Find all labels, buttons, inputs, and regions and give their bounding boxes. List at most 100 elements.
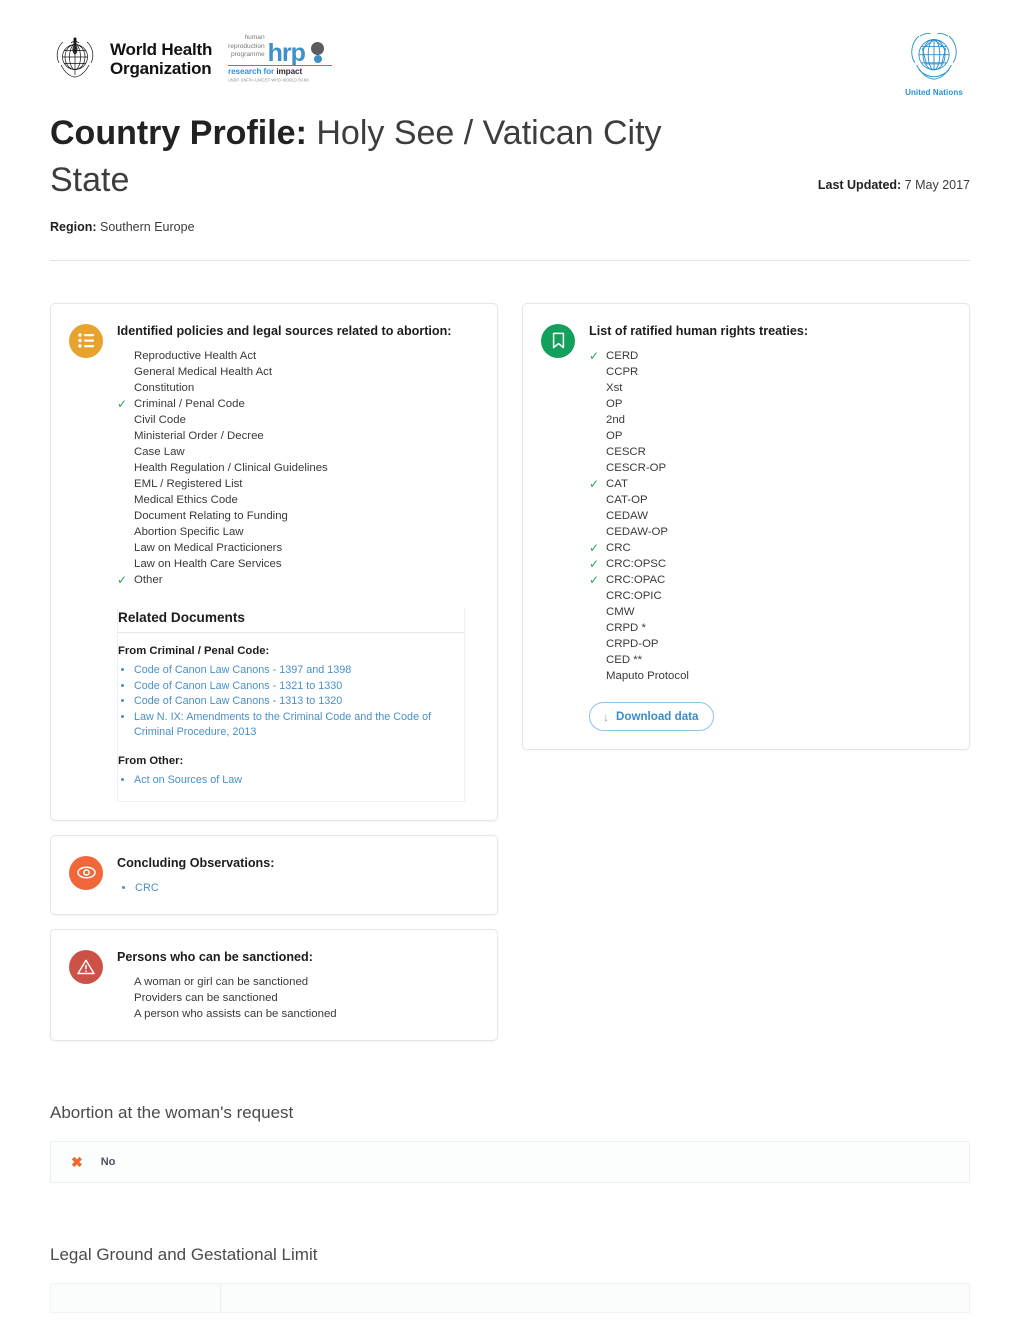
treaty-item: CRPD-OP	[589, 636, 949, 652]
treaty-item-label: CAT-OP	[606, 494, 648, 507]
list-icon	[69, 323, 103, 358]
un-wordmark: United Nations	[905, 88, 963, 97]
check-icon-empty	[589, 364, 601, 380]
ground-section: Legal Ground and Gestational Limit	[0, 1245, 1020, 1314]
right-column: List of ratified human rights treaties: …	[522, 302, 970, 751]
treaty-item: CED **	[589, 652, 949, 668]
check-icon-empty	[589, 380, 601, 396]
treaty-item: ✓ CRC:OPSC	[589, 556, 949, 572]
treaties-card-body: List of ratified human rights treaties: …	[589, 322, 949, 732]
treaty-item-label: CESCR-OP	[606, 462, 667, 475]
policy-item-label: Criminal / Penal Code	[134, 398, 245, 411]
policy-item-label: Reproductive Health Act	[134, 350, 257, 363]
hrp-dots-icon	[308, 39, 324, 64]
treaty-item-label: CESCR	[606, 446, 646, 459]
policy-item: Reproductive Health Act	[117, 348, 477, 364]
treaty-item: CESCR-OP	[589, 460, 949, 476]
who-emblem-icon	[56, 37, 94, 78]
treaty-item-label: CAT	[606, 478, 628, 491]
who-wordmark: World Health Organization	[110, 40, 212, 78]
treaty-item: CEDAW	[589, 508, 949, 524]
check-icon-empty	[589, 620, 601, 636]
last-updated-label: Last Updated:	[817, 178, 902, 192]
policy-item-label: Other	[134, 574, 163, 587]
document-link-list: Code of Canon Law Canons - 1397 and 1398…	[118, 663, 464, 741]
document-link[interactable]: Code of Canon Law Canons - 1397 and 1398	[134, 663, 464, 679]
check-icon-empty	[589, 636, 601, 652]
region-label: Region:	[50, 219, 97, 234]
policy-item: Constitution	[117, 380, 477, 396]
check-icon-empty	[589, 524, 601, 540]
policy-item: Medical Ethics Code	[117, 492, 477, 508]
eye-icon	[69, 855, 103, 890]
hrp-word-programme: programme	[230, 51, 265, 59]
observation-link[interactable]: CRC	[135, 880, 477, 896]
related-documents-title: Related Documents	[118, 610, 245, 626]
treaty-item: ✓ CRC	[589, 540, 949, 556]
policy-item-label: Abortion Specific Law	[134, 526, 244, 539]
check-icon: ✓	[589, 477, 600, 492]
treaty-item-label: Xst	[606, 382, 623, 395]
document-link[interactable]: Code of Canon Law Canons - 1313 to 1320	[134, 694, 464, 710]
policy-item: Document Relating to Funding	[117, 508, 477, 524]
treaty-item-label: CERD	[606, 350, 639, 363]
ground-table-col-1	[51, 1284, 221, 1313]
download-data-label: Download data	[616, 710, 699, 724]
policy-item-label: Medical Ethics Code	[134, 494, 238, 507]
related-documents-divider	[118, 632, 464, 634]
request-answer-value: No	[100, 1156, 116, 1169]
related-documents-panel: Related Documents From Criminal / Penal …	[117, 608, 465, 802]
hrp-words: human reproduction programme	[228, 34, 265, 63]
treaty-item-label: CED **	[606, 654, 643, 667]
policy-item: EML / Registered List	[117, 476, 477, 492]
check-icon: ✓	[589, 349, 600, 364]
document-link[interactable]: Code of Canon Law Canons - 1321 to 1330	[134, 679, 464, 695]
who-line-1: World Health	[110, 39, 213, 59]
observations-card: Concluding Observations: CRC	[50, 834, 498, 915]
hrp-tagline-b: impact	[276, 67, 303, 77]
treaty-item: ✓ CRC:OPAC	[589, 572, 949, 588]
download-data-button[interactable]: ↓ Download data	[589, 702, 715, 732]
treaty-item-label: CMW	[606, 606, 635, 619]
region-value: Southern Europe	[96, 219, 195, 234]
treaty-item: 2nd	[589, 412, 949, 428]
ground-table-col-2	[221, 1284, 969, 1312]
treaty-item-label: CRC:OPIC	[606, 590, 662, 603]
treaty-item: OP	[589, 396, 949, 412]
treaty-item-label: OP	[606, 398, 623, 411]
ground-section-title: Legal Ground and Gestational Limit	[50, 1245, 318, 1265]
policy-item-label: Ministerial Order / Decree	[134, 430, 264, 443]
check-icon-empty	[117, 348, 129, 364]
hrp-logo: human reproduction programme hrp researc…	[228, 34, 332, 83]
document-link[interactable]: Act on Sources of Law	[134, 773, 464, 789]
document-link[interactable]: Law N. IX: Amendments to the Criminal Co…	[134, 710, 464, 741]
treaty-item: CCPR	[589, 364, 949, 380]
hrp-tagline: research for impact	[228, 67, 332, 76]
who-line-2: Organization	[110, 59, 212, 78]
check-icon-empty	[117, 508, 129, 524]
hrp-word-reproduction: reproduction	[228, 42, 265, 50]
check-icon-empty	[589, 604, 601, 620]
policy-item-label: Law on Medical Practicioners	[134, 542, 283, 555]
request-section: Abortion at the woman's request ✖ No	[0, 1103, 1020, 1184]
treaty-item: Xst	[589, 380, 949, 396]
treaty-item: Maputo Protocol	[589, 668, 949, 684]
cards-area: Identified policies and legal sources re…	[0, 302, 1020, 1042]
check-icon-empty	[117, 476, 129, 492]
policy-item-label: EML / Registered List	[134, 478, 243, 491]
page-title-prefix: Country Profile:	[50, 114, 307, 152]
treaty-item-label: 2nd	[606, 414, 626, 427]
treaty-item: ✓ CAT	[589, 476, 949, 492]
warning-icon	[69, 949, 103, 984]
sanctions-card-heading: Persons who can be sanctioned:	[117, 949, 313, 964]
header-divider	[50, 259, 970, 261]
treaties-card: List of ratified human rights treaties: …	[522, 302, 970, 751]
cards-row: Identified policies and legal sources re…	[50, 302, 970, 1042]
policy-item: ✓ Criminal / Penal Code	[117, 396, 477, 412]
request-answer-row: ✖ No	[50, 1141, 970, 1184]
check-icon-empty	[117, 492, 129, 508]
policies-list: Reproductive Health Act General Medical H…	[117, 348, 477, 588]
observations-card-heading: Concluding Observations:	[117, 855, 275, 870]
hrp-tagline-a: research for	[228, 67, 277, 77]
check-icon-empty	[117, 364, 129, 380]
